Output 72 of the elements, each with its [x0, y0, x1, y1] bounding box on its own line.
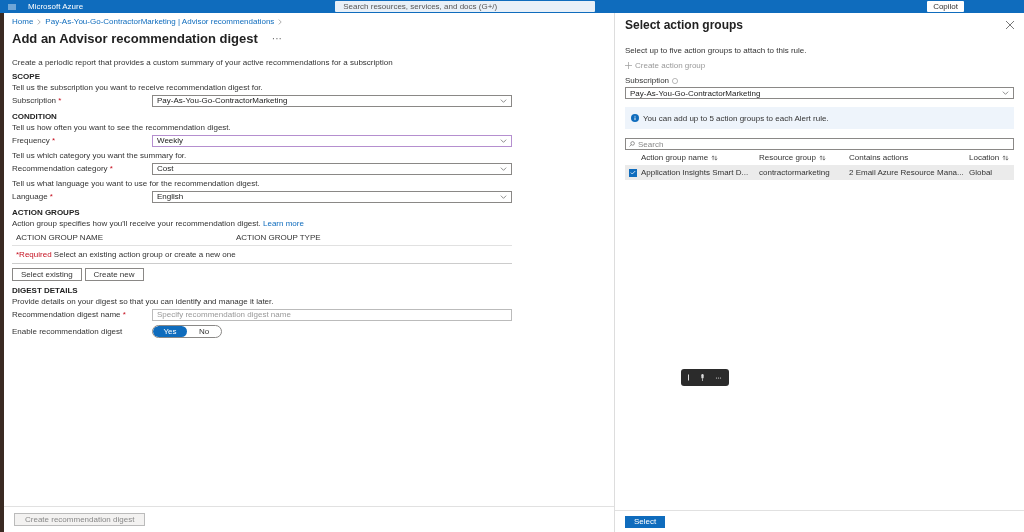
section-heading: DIGEST DETAILS — [12, 286, 79, 295]
table-cell: Application Insights Smart D... — [641, 168, 749, 177]
column-header: ACTION GROUP TYPE — [236, 233, 321, 242]
sort-icon[interactable] — [711, 154, 719, 161]
table-cell: 2 Email Azure Resource Mana... — [849, 168, 964, 177]
column-header[interactable]: Action group name — [641, 153, 709, 162]
menu-icon[interactable] — [8, 3, 16, 10]
search-field[interactable]: Search — [625, 138, 1014, 150]
chevron-down-icon — [500, 98, 507, 103]
more-button[interactable]: ··· — [271, 33, 282, 44]
breadcrumb-link[interactable]: Home — [12, 17, 34, 26]
close-icon[interactable] — [1006, 21, 1014, 29]
help-text: Tell us how often you want to see the recommendation digest. — [12, 123, 232, 132]
dropdown[interactable]: Pay-As-You-Go-ContractorMarketing — [152, 94, 512, 107]
panel-title: Select action groups — [625, 18, 744, 32]
more-icon[interactable] — [715, 376, 722, 379]
breadcrumb-link[interactable]: Pay-As-You-Go-ContractorMarketing | Advisor recommendations — [45, 17, 275, 26]
help-text: Action group specifies how you'll receive your recommendation digest. Learn more — [12, 219, 305, 228]
action-button[interactable]: Select existing — [12, 268, 82, 281]
help-text: Tell us what language you want to use for the recommendation digest. — [12, 179, 261, 188]
column-header[interactable]: Contains actions — [849, 153, 909, 162]
column-header[interactable]: Location — [969, 153, 1000, 162]
chevron-down-icon — [500, 166, 507, 171]
action-button[interactable]: Create new — [84, 268, 144, 281]
field-label: Subscription * — [12, 96, 63, 105]
required-message: *Required Select an existing action group or create a new one — [12, 246, 512, 264]
table-cell: Global — [969, 168, 993, 177]
checkbox[interactable] — [629, 168, 637, 177]
field-label: Enable recommendation digest — [12, 327, 124, 336]
chevron-down-icon — [1002, 91, 1009, 95]
help-text: Create a periodic report that provides a custom summary of your active recommendations for a subscription — [12, 58, 394, 67]
info-icon — [672, 77, 679, 84]
learn-more-link[interactable]: Learn more — [263, 219, 304, 228]
toggle-option[interactable]: Yes — [153, 326, 187, 337]
select-button[interactable]: Select — [625, 515, 665, 528]
help-text: Tell us which category you want the summary for. — [12, 151, 188, 160]
intro-text: Select up to five action groups to attach to this rule. — [625, 46, 808, 55]
column-header: ACTION GROUP NAME — [16, 233, 104, 242]
table-row[interactable]: Application Insights Smart D... contractormarketing 2 Email Azure Resource Mana... Global — [625, 165, 1014, 180]
search-icon — [629, 141, 635, 147]
section-heading: CONDITION — [12, 112, 58, 121]
section-heading: SCOPE — [12, 72, 41, 81]
field-label: Recommendation category * — [12, 164, 114, 173]
dropdown[interactable]: Weekly — [152, 134, 512, 147]
column-header[interactable]: Resource group — [759, 153, 816, 162]
help-text: Provide details on your digest so that you can identify and manage it later. — [12, 297, 275, 306]
field-label: Frequency * — [12, 136, 57, 145]
copilot-button[interactable]: Copilot — [927, 1, 965, 12]
app-title: Microsoft Azure — [28, 2, 84, 11]
info-text: You can add up to 5 action groups to each Alert rule. — [643, 113, 829, 123]
search-field[interactable]: Search resources, services, and docs (G+/) — [335, 1, 596, 12]
chevron-down-icon — [500, 194, 507, 199]
sort-icon[interactable] — [1002, 154, 1010, 161]
chevron-right-icon — [278, 18, 283, 25]
field-label: Language * — [12, 192, 54, 201]
info-icon — [631, 114, 639, 122]
chevron-right-icon — [37, 18, 42, 25]
plus-icon — [625, 62, 632, 69]
sort-icon[interactable] — [818, 154, 826, 161]
toggle-option[interactable]: No — [187, 326, 221, 337]
field-label: Subscription — [625, 76, 670, 85]
table-cell: contractormarketing — [759, 168, 830, 177]
dropdown[interactable]: Cost — [152, 162, 512, 175]
dropdown[interactable]: English — [152, 190, 512, 203]
microphone-icon[interactable] — [700, 374, 705, 381]
help-text: Tell us the subscription you want to receive recommendation digest for. — [12, 83, 264, 92]
field-label: Recommendation digest name * — [12, 310, 127, 319]
section-heading: ACTION GROUPS — [12, 208, 81, 217]
page-title: Add an Advisor recommendation digest — [12, 31, 258, 46]
dropdown[interactable]: Pay-As-You-Go-ContractorMarketing — [625, 87, 1014, 99]
input-field[interactable]: Specify recommendation digest name — [152, 308, 512, 321]
chevron-down-icon — [500, 138, 507, 143]
